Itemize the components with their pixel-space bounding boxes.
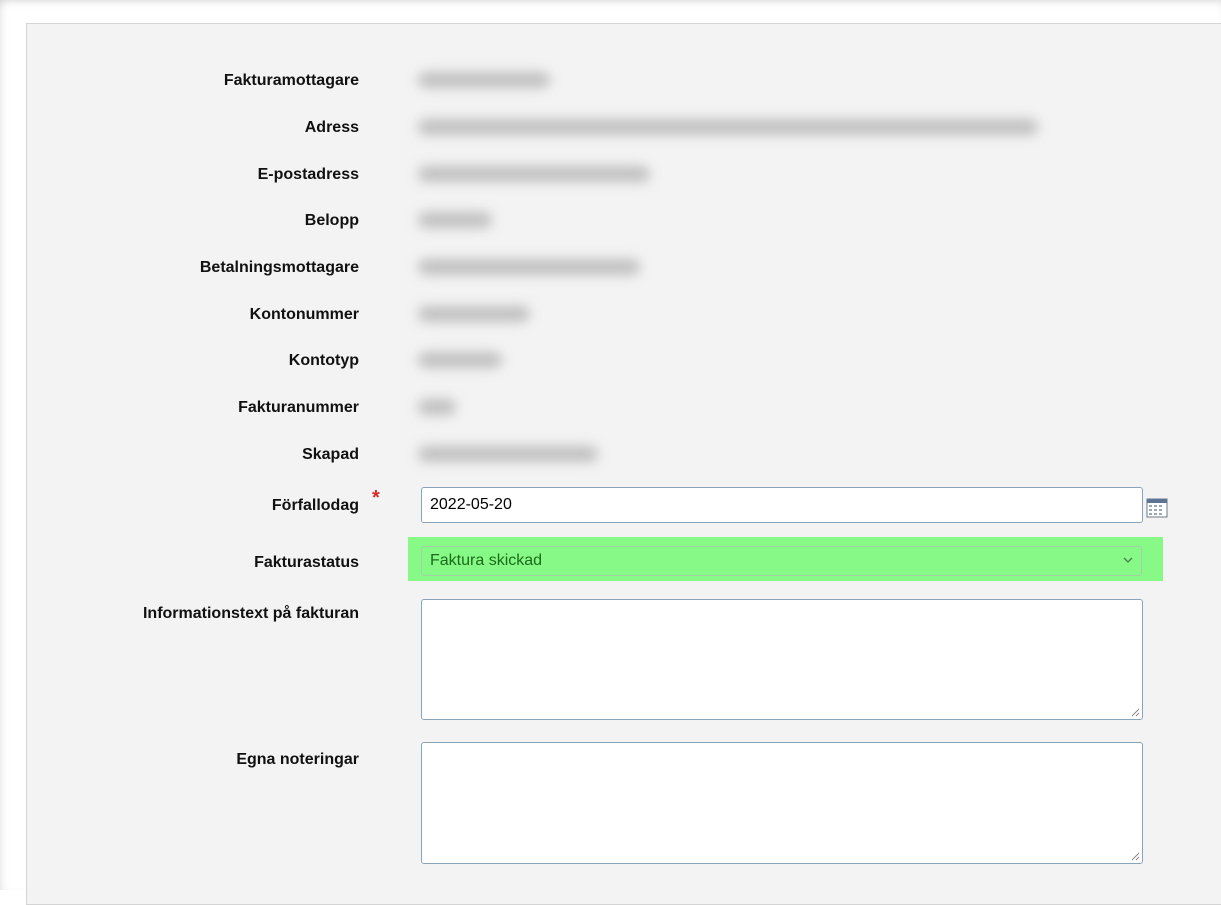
value-kontonummer-redacted	[418, 306, 530, 322]
label-belopp: Belopp	[304, 212, 359, 229]
value-belopp-redacted	[418, 212, 492, 228]
label-fakturanummer: Fakturanummer	[238, 399, 359, 416]
label-forfallodag: Förfallodag	[271, 497, 359, 514]
information-text-textarea[interactable]	[421, 599, 1143, 720]
chevron-down-icon	[1123, 557, 1133, 563]
value-fakturamottagare-redacted	[418, 72, 550, 88]
value-skapad-redacted	[418, 446, 598, 462]
own-notes-textarea[interactable]	[421, 742, 1143, 864]
label-kontonummer: Kontonummer	[249, 306, 359, 323]
label-epostadress: E-postadress	[257, 166, 359, 183]
value-kontotyp-redacted	[418, 352, 502, 368]
value-adress-redacted	[418, 119, 1038, 135]
label-fakturastatus: Fakturastatus	[254, 554, 359, 571]
resize-grip-icon[interactable]	[1130, 707, 1140, 717]
required-marker: *	[372, 487, 380, 509]
label-fakturamottagare: Fakturamottagare	[223, 72, 359, 89]
label-egna-noteringar: Egna noteringar	[236, 751, 359, 768]
label-informationstext: Informationstext på fakturan	[142, 605, 359, 622]
resize-grip-icon[interactable]	[1130, 851, 1140, 861]
label-adress: Adress	[304, 119, 359, 136]
value-fakturanummer-redacted	[418, 399, 456, 415]
status-selected-value: Faktura skickad	[430, 552, 543, 569]
label-kontotyp: Kontotyp	[288, 352, 359, 369]
label-betalningsmottagare: Betalningsmottagare	[199, 259, 359, 276]
calendar-icon[interactable]	[1146, 498, 1168, 518]
due-date-input[interactable]	[421, 487, 1143, 523]
label-skapad: Skapad	[302, 446, 359, 463]
invoice-status-select[interactable]: Faktura skickad	[421, 546, 1142, 576]
value-epostadress-redacted	[418, 166, 650, 182]
value-betalningsmottagare-redacted	[418, 259, 640, 275]
